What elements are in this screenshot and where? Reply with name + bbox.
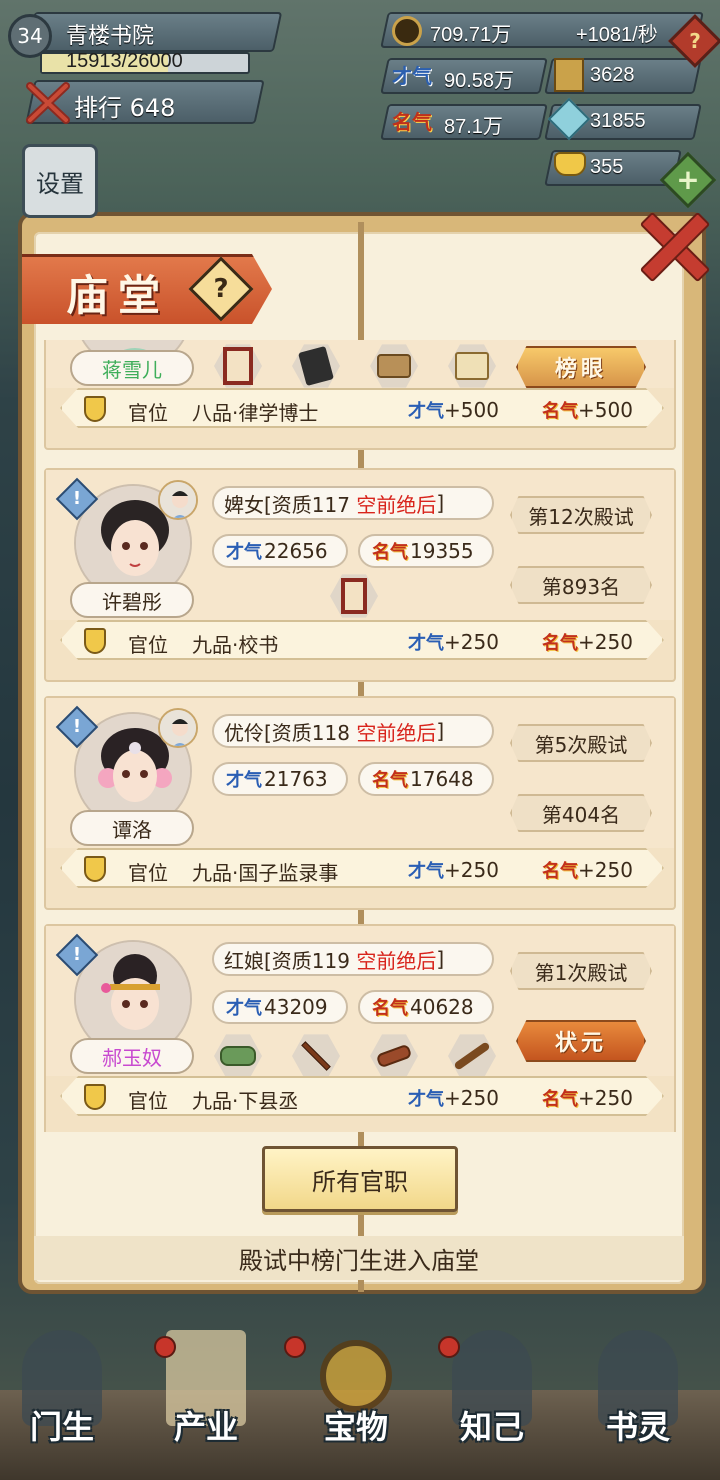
rank-text: 排行 648 (74, 94, 176, 122)
frame-icon[interactable] (330, 572, 378, 620)
disciple-card[interactable]: ! 郝玉奴 红娘[资质119 空前绝后] 才气 43209 名气 40628 第1次… (44, 924, 676, 1132)
ming-bonus: 名气+250 (542, 858, 633, 882)
title-badge-zhuangyuan: 状元 (516, 1020, 646, 1062)
office-rank: 九品·校书 (192, 633, 279, 657)
scrolls-icon[interactable] (370, 1032, 418, 1080)
item-value: 3628 (590, 64, 635, 86)
cai-bonus: 才气+250 (408, 858, 499, 882)
disciple-name: 蒋雪儿 (70, 350, 194, 386)
disciple-name: 谭洛 (70, 810, 194, 846)
office-shield-icon (84, 628, 106, 654)
frame-icon[interactable] (214, 342, 262, 390)
gold-ingot-box-icon (554, 58, 584, 92)
disciple-card[interactable]: ! 谭洛 优伶[资质118 空前绝后] 才气 21763 名气 17648 第5次殿… (44, 696, 676, 910)
cai-bonus: 才气+250 (408, 1086, 499, 1110)
office-bar: 官位 九品·下县丞 才气+250 名气+250 (60, 1076, 664, 1116)
exam-count: 第1次殿试 (510, 952, 652, 990)
office-bar: 官位 九品·校书 才气+250 名气+250 (60, 620, 664, 660)
silver-coin-icon (392, 16, 422, 46)
exam-count: 第5次殿试 (510, 724, 652, 762)
ming-stat-pill: 名气 17648 (358, 762, 494, 796)
ming-bonus: 名气+500 (542, 398, 633, 422)
disciple-card[interactable]: ! 许碧彤 婢女[资质117 空前绝后] 才气 22656 名气 19355 第12… (44, 468, 676, 682)
office-shield-icon (84, 1084, 106, 1110)
notification-dot (284, 1336, 306, 1358)
mentor-avatar[interactable] (158, 708, 198, 748)
level-badge: 34 (8, 14, 52, 58)
cai-stat-pill: 才气 43209 (212, 990, 348, 1024)
office-shield-icon (84, 396, 106, 422)
mentor-avatar[interactable] (158, 480, 198, 520)
role-quality-pill: 婢女[资质117 空前绝后] (212, 486, 494, 520)
player-name: 青楼书院 (66, 24, 155, 49)
disciple-list[interactable]: 蒋雪儿 榜眼 官位 八品·律学博士 才气+500 名气+500 ! 许碧彤 婢女… (44, 340, 676, 1132)
exp-text: 15913/26000 (66, 50, 183, 72)
office-rank: 九品·国子监录事 (192, 861, 339, 885)
notification-dot (438, 1336, 460, 1358)
ming-stat-pill: 名气 19355 (358, 534, 494, 568)
office-rank: 八品·律学博士 (192, 401, 319, 425)
ink-stone-icon[interactable] (214, 1032, 262, 1080)
office-bar: 官位 九品·国子监录事 才气+250 名气+250 (60, 848, 664, 888)
gem-value: 31855 (590, 110, 646, 132)
disciple-name: 许碧彤 (70, 582, 194, 618)
nav-item-students[interactable]: 门生 (2, 1320, 122, 1470)
nav-item-treasure[interactable]: 宝物 (296, 1320, 416, 1470)
ming-stat-pill: 名气 40628 (358, 990, 494, 1024)
scroll-bundle-icon[interactable] (370, 342, 418, 390)
office-bar: 官位 八品·律学博士 才气+500 名气+500 (60, 388, 664, 428)
role-quality-pill: 优伶[资质118 空前绝后] (212, 714, 494, 748)
nav-item-book-spirit[interactable]: 书灵 (578, 1320, 698, 1470)
chest-icon[interactable] (448, 342, 496, 390)
role-quality-pill: 红娘[资质119 空前绝后] (212, 942, 494, 976)
disciple-card[interactable]: 蒋雪儿 榜眼 官位 八品·律学博士 才气+500 名气+500 (44, 340, 676, 450)
rank-crossed-brushes-icon (26, 82, 70, 124)
caiqi-value: 90.58万 (444, 70, 515, 92)
footer-note: 殿试中榜门生进入庙堂 (34, 1236, 684, 1280)
ming-bonus: 名气+250 (542, 630, 633, 654)
close-icon[interactable] (632, 204, 714, 286)
all-offices-button[interactable]: 所有官职 (262, 1146, 458, 1212)
ming-bonus: 名气+250 (542, 1086, 633, 1110)
mingqi-icon: 名气 (392, 110, 432, 134)
settings-button[interactable]: 设置 (22, 144, 98, 218)
panel-title: 庙堂 (66, 271, 171, 320)
title-badge-bangyan: 榜眼 (516, 346, 646, 388)
cai-stat-pill: 才气 22656 (212, 534, 348, 568)
crossed-swords-icon[interactable] (292, 1032, 340, 1080)
mingqi-value: 87.1万 (444, 116, 503, 138)
cai-stat-pill: 才气 21763 (212, 762, 348, 796)
caiqi-icon: 才气 (392, 64, 432, 88)
silver-rate: +1081/秒 (576, 24, 658, 46)
placement: 第893名 (510, 566, 652, 604)
gold-value: 355 (590, 156, 624, 178)
office-rank: 九品·下县丞 (192, 1089, 299, 1113)
silver-value: 709.71万 (430, 24, 512, 46)
cai-bonus: 才气+250 (408, 630, 499, 654)
exam-count: 第12次殿试 (510, 496, 652, 534)
office-shield-icon (84, 856, 106, 882)
book-icon[interactable] (292, 342, 340, 390)
disciple-name: 郝玉奴 (70, 1038, 194, 1074)
gold-ingot-icon (554, 152, 586, 176)
notification-dot (154, 1336, 176, 1358)
flute-icon[interactable] (448, 1032, 496, 1080)
cai-bonus: 才气+500 (408, 398, 499, 422)
placement: 第404名 (510, 794, 652, 832)
